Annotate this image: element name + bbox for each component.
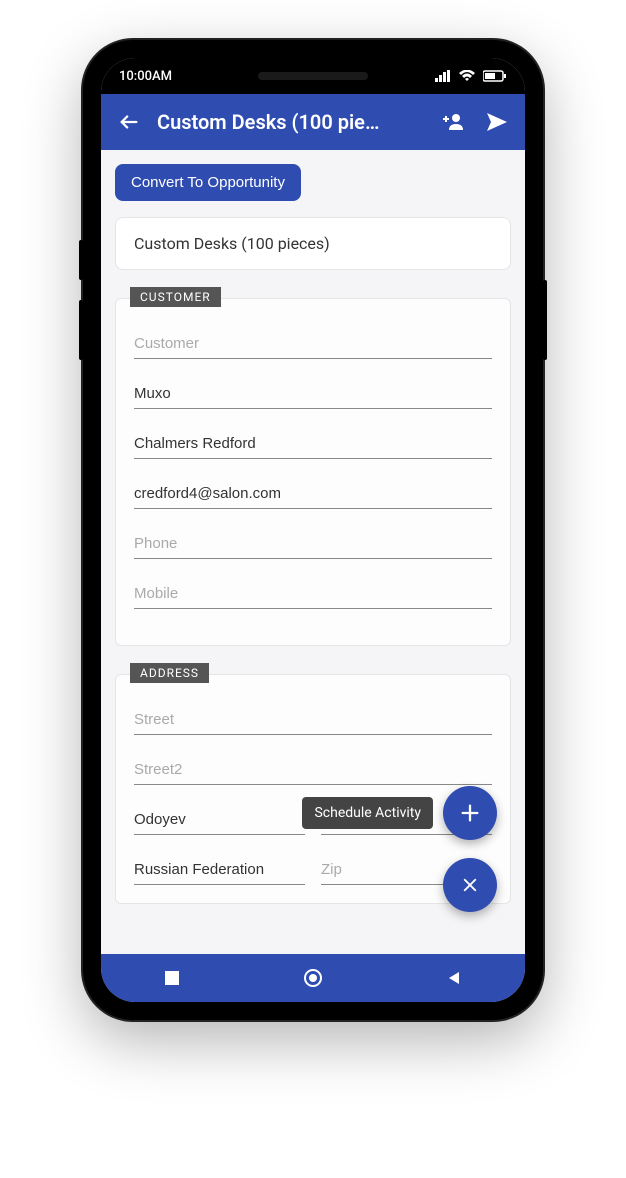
- add-user-button[interactable]: [437, 106, 469, 138]
- street2-field[interactable]: [134, 753, 492, 785]
- side-button: [79, 300, 83, 360]
- convert-button[interactable]: Convert To Opportunity: [115, 164, 301, 201]
- close-icon: [461, 876, 479, 894]
- side-button: [79, 240, 83, 280]
- nav-back-button[interactable]: [434, 958, 474, 998]
- nav-recent-button[interactable]: [152, 958, 192, 998]
- send-icon: [485, 110, 509, 134]
- record-title-card: Custom Desks (100 pieces): [115, 217, 511, 270]
- plus-icon: [459, 802, 481, 824]
- status-time: 10:00AM: [119, 69, 172, 84]
- phone-frame: 10:00AM Custom Desks (100 pie… Convert: [83, 40, 543, 1020]
- signal-icon: [435, 70, 451, 82]
- screen: 10:00AM Custom Desks (100 pie… Convert: [101, 58, 525, 1002]
- wifi-icon: [459, 70, 475, 82]
- mobile-field[interactable]: [134, 577, 492, 609]
- fab-schedule-label: Schedule Activity: [302, 797, 433, 829]
- fab-container: Schedule Activity: [302, 786, 497, 912]
- fab-add-button[interactable]: [443, 786, 497, 840]
- customer-field[interactable]: [134, 327, 492, 359]
- contact-field[interactable]: [134, 427, 492, 459]
- back-button[interactable]: [113, 106, 145, 138]
- arrow-left-icon: [118, 111, 140, 133]
- person-add-icon: [441, 110, 465, 134]
- street-field[interactable]: [134, 703, 492, 735]
- phone-field[interactable]: [134, 527, 492, 559]
- nav-bar: [101, 954, 525, 1002]
- company-field[interactable]: [134, 377, 492, 409]
- battery-icon: [483, 70, 507, 82]
- address-section-label: ADDRESS: [130, 663, 209, 683]
- country-field[interactable]: [134, 853, 305, 885]
- email-field[interactable]: [134, 477, 492, 509]
- page-title: Custom Desks (100 pie…: [157, 110, 425, 134]
- city-field[interactable]: [134, 803, 305, 835]
- app-bar: Custom Desks (100 pie…: [101, 94, 525, 150]
- status-icons: [435, 70, 507, 82]
- status-bar: 10:00AM: [101, 58, 525, 94]
- customer-section: CUSTOMER: [115, 298, 511, 646]
- send-button[interactable]: [481, 106, 513, 138]
- circle-icon: [304, 969, 322, 987]
- triangle-left-icon: [447, 971, 461, 985]
- side-button: [543, 280, 547, 360]
- customer-section-label: CUSTOMER: [130, 287, 221, 307]
- fab-close-button[interactable]: [443, 858, 497, 912]
- square-icon: [165, 971, 179, 985]
- speaker-grille: [258, 72, 368, 80]
- fab-schedule-row: Schedule Activity: [302, 786, 497, 840]
- nav-home-button[interactable]: [293, 958, 333, 998]
